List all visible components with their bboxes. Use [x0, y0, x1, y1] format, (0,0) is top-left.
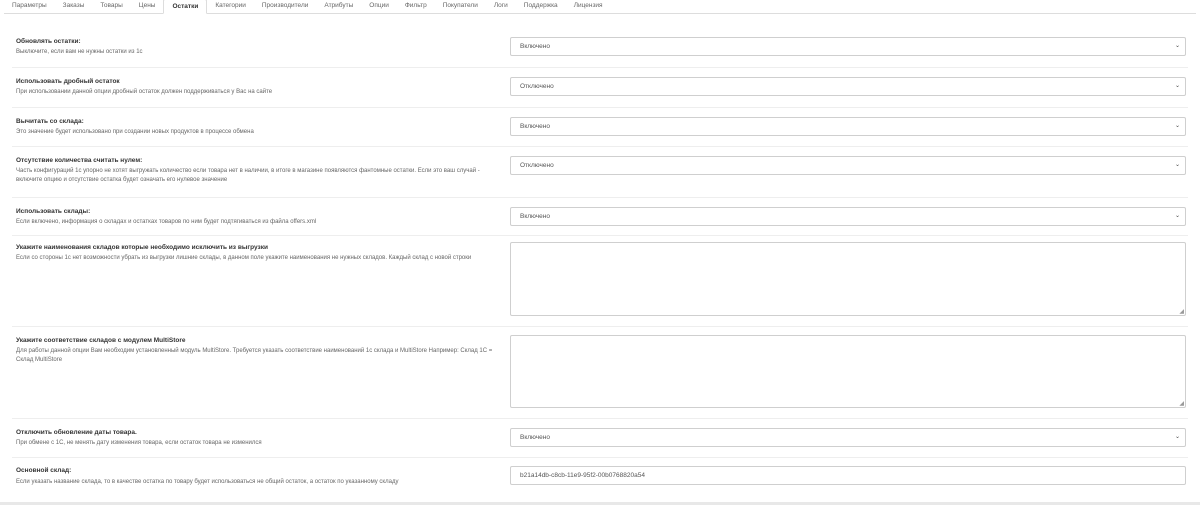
tab-logs[interactable]: Логи — [486, 0, 516, 13]
setting-help: Это значение будет использовано при созд… — [16, 129, 254, 135]
setting-label: Отсутствие количества считать нулем: — [16, 157, 143, 164]
setting-help: Если со стороны 1с нет возможности убрат… — [16, 255, 472, 261]
tab-license[interactable]: Лицензия — [566, 0, 611, 13]
setting-help: При использовании данной опции дробный о… — [16, 89, 273, 95]
select-value: Отключено — [520, 162, 554, 169]
input-value: b21a14db-c8cb-11e9-95f2-00b0768820a54 — [520, 472, 645, 479]
tab-customers[interactable]: Покупатели — [435, 0, 486, 13]
tab-prices[interactable]: Цены — [131, 0, 164, 13]
setting-help: Если включено, информация о складах и ос… — [16, 219, 317, 225]
setting-row-multistore-mapping: Укажите соответствие складов с модулем M… — [12, 327, 1188, 419]
tab-manufacturers[interactable]: Производители — [254, 0, 317, 13]
tab-options[interactable]: Опции — [361, 0, 397, 13]
setting-row-disable-date-update: Отключить обновление даты товара. При об… — [12, 419, 1188, 458]
multistore-mapping-textarea[interactable]: ◢ — [510, 335, 1186, 408]
setting-row-update-stock: Обновлять остатки: Выключите, если вам н… — [12, 28, 1188, 68]
setting-label: Укажите соответствие складов с модулем M… — [16, 337, 186, 344]
exclude-warehouses-textarea[interactable]: ◢ — [510, 242, 1186, 316]
tab-categories[interactable]: Категории — [207, 0, 254, 13]
setting-row-exclude-warehouses: Укажите наименования складов которые нео… — [12, 236, 1188, 327]
setting-label: Использовать дробный остаток — [16, 78, 120, 85]
tab-filter[interactable]: Фильтр — [397, 0, 435, 13]
setting-row-fractional-stock: Использовать дробный остаток При использ… — [12, 68, 1188, 108]
select-value: Отключено — [520, 83, 554, 90]
chevron-down-icon: ⌄ — [1174, 83, 1180, 89]
select-value: Включено — [520, 213, 550, 220]
tab-orders[interactable]: Заказы — [55, 0, 93, 13]
fractional-stock-select[interactable]: Отключено ⌄ — [510, 77, 1186, 96]
setting-label: Основной склад: — [16, 467, 72, 474]
setting-help: Если указать название склада, то в качес… — [16, 479, 399, 485]
setting-label: Укажите наименования складов которые нео… — [16, 244, 268, 251]
chevron-down-icon: ⌄ — [1174, 213, 1180, 219]
main-warehouse-input[interactable]: b21a14db-c8cb-11e9-95f2-00b0768820a54 — [510, 466, 1186, 485]
setting-row-subtract-stock: Вычитать со склада: Это значение будет и… — [12, 108, 1188, 147]
subtract-stock-select[interactable]: Включено ⌄ — [510, 117, 1186, 136]
setting-help: При обмене с 1С, не менять дату изменени… — [16, 440, 262, 446]
select-value: Включено — [520, 123, 550, 130]
update-stock-select[interactable]: Включено ⌄ — [510, 37, 1186, 56]
disable-date-update-select[interactable]: Включено ⌄ — [510, 428, 1186, 447]
stock-settings-form: Обновлять остатки: Выключите, если вам н… — [12, 28, 1188, 490]
setting-label: Обновлять остатки: — [16, 38, 81, 45]
chevron-down-icon: ⌄ — [1174, 123, 1180, 129]
select-value: Включено — [520, 43, 550, 50]
resize-grip-icon[interactable]: ◢ — [1179, 401, 1184, 407]
setting-label: Использовать склады: — [16, 208, 91, 215]
setting-label: Вычитать со склада: — [16, 118, 84, 125]
chevron-down-icon: ⌄ — [1174, 162, 1180, 168]
missing-qty-zero-select[interactable]: Отключено ⌄ — [510, 156, 1186, 175]
setting-row-main-warehouse: Основной склад: Если указать название ск… — [12, 458, 1188, 490]
tab-attributes[interactable]: Атрибуты — [316, 0, 361, 13]
setting-row-use-warehouses: Использовать склады: Если включено, инфо… — [12, 198, 1188, 236]
setting-help: Выключите, если вам не нужны остатки из … — [16, 49, 143, 55]
use-warehouses-select[interactable]: Включено ⌄ — [510, 207, 1186, 226]
chevron-down-icon: ⌄ — [1174, 434, 1180, 440]
tab-parameters[interactable]: Параметры — [4, 0, 55, 13]
tab-bar: Параметры Заказы Товары Цены Остатки Кат… — [4, 0, 1196, 14]
select-value: Включено — [520, 434, 550, 441]
tab-products[interactable]: Товары — [92, 0, 130, 13]
resize-grip-icon[interactable]: ◢ — [1179, 309, 1184, 315]
setting-help: Для работы данной опции Вам необходим ус… — [16, 348, 493, 363]
tab-support[interactable]: Поддержка — [516, 0, 566, 13]
tab-stock[interactable]: Остатки — [163, 0, 208, 14]
setting-help: Часть конфигураций 1с упорно не хотят вы… — [16, 168, 480, 183]
setting-row-missing-qty-zero: Отсутствие количества считать нулем: Час… — [12, 147, 1188, 198]
setting-label: Отключить обновление даты товара. — [16, 429, 137, 436]
chevron-down-icon: ⌄ — [1174, 43, 1180, 49]
